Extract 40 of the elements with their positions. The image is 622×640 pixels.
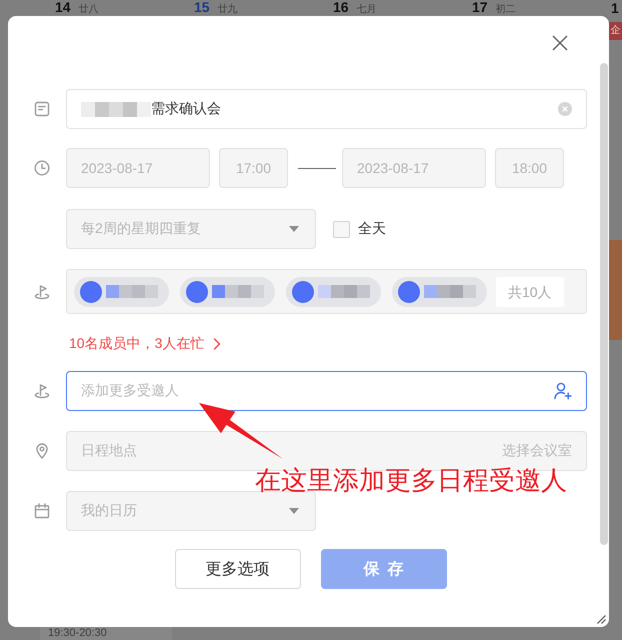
clock-icon — [34, 160, 50, 176]
chevron-right-icon — [213, 338, 222, 350]
scrollbar-thumb[interactable] — [600, 63, 608, 545]
avatar — [292, 280, 314, 302]
lunar-date: 廿八 — [78, 4, 99, 16]
close-icon — [552, 35, 568, 51]
calendar-tag: 企 — [609, 22, 622, 40]
attendee-chip[interactable] — [74, 276, 169, 306]
lunar-date: 初二 — [496, 4, 516, 16]
caret-down-icon — [289, 508, 299, 514]
attendee-chip[interactable] — [180, 276, 275, 306]
close-button[interactable] — [552, 35, 568, 51]
attendee-count[interactable]: 共10人 — [496, 276, 564, 306]
calendar-icon — [34, 503, 50, 519]
attendee-chip[interactable] — [286, 276, 381, 306]
day-number: 16 — [333, 0, 349, 15]
day-number: 14 — [55, 0, 71, 15]
map-pin-icon — [36, 443, 48, 459]
day-number: 1 — [611, 0, 619, 16]
flag-icon — [34, 383, 50, 399]
flag-icon — [34, 284, 50, 300]
all-day-checkbox[interactable] — [333, 220, 350, 238]
avatar — [398, 280, 420, 302]
note-icon — [34, 101, 50, 117]
day-number: 17 — [472, 0, 488, 15]
event-card: 19:30-20:30 — [40, 627, 172, 640]
avatar — [80, 280, 102, 302]
busy-members-link[interactable]: 10名成员中，3人在忙 — [69, 335, 222, 352]
caret-down-icon — [289, 226, 299, 232]
attendee-chip[interactable] — [392, 276, 487, 306]
invite-field[interactable]: 添加更多受邀人 — [66, 371, 587, 411]
title-field[interactable]: 需求确认会 — [66, 89, 587, 129]
more-options-button[interactable]: 更多选项 — [174, 549, 300, 589]
resize-handle-icon[interactable] — [597, 615, 606, 624]
lunar-date: 七月 — [356, 4, 377, 16]
lunar-date: 廿九 — [218, 4, 238, 16]
all-day-label[interactable]: 全天 — [358, 220, 386, 238]
avatar — [186, 280, 208, 302]
day-number: 15 — [194, 0, 210, 15]
add-person-icon[interactable] — [554, 382, 572, 400]
